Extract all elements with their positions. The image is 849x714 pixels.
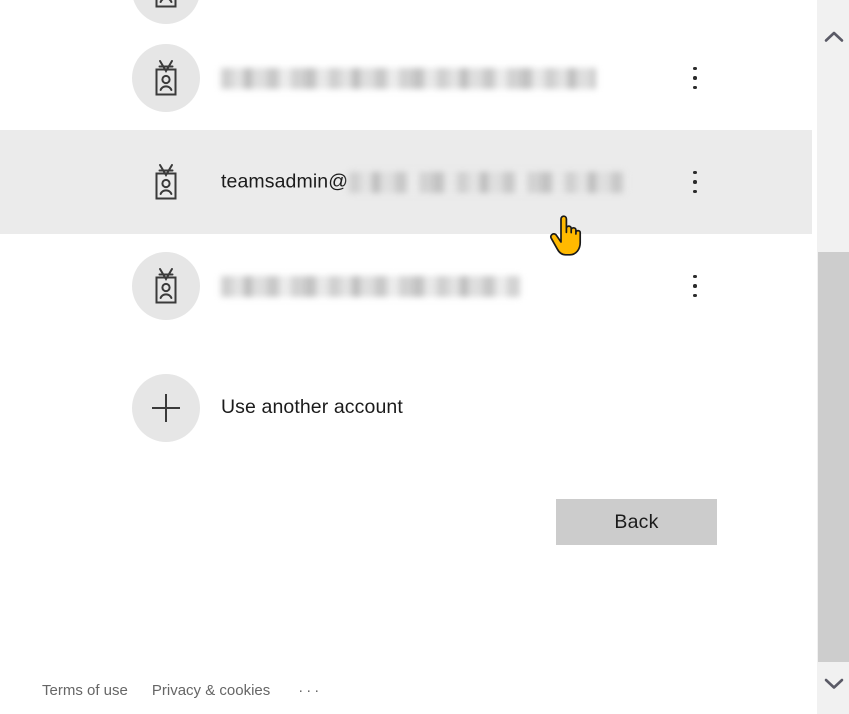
account-email-label: teamsadmin@ [221,170,627,193]
vertical-scrollbar[interactable] [816,0,849,714]
badge-account-icon [132,44,200,112]
overflow-menu-icon[interactable] [681,56,709,100]
plus-icon [132,374,200,442]
account-row-partial[interactable] [0,0,812,26]
chevron-up-icon[interactable] [817,16,849,56]
badge-account-icon [132,252,200,320]
account-row-2-teamsadmin[interactable]: teamsadmin@ [0,130,812,234]
account-picker-page: teamsadmin@ Use another account Back Ter… [0,0,849,714]
use-another-account-row[interactable]: Use another account [0,366,812,450]
back-button[interactable]: Back [556,499,717,545]
privacy-and-cookies-link[interactable]: Privacy & cookies [152,682,270,699]
account-row-1[interactable] [0,26,812,130]
account-email-text: teamsadmin@ [221,170,349,193]
terms-of-use-link[interactable]: Terms of use [42,682,128,699]
redacted-account-email [221,275,520,297]
redacted-account-domain [349,171,627,193]
chevron-down-icon[interactable] [817,663,849,703]
overflow-menu-icon[interactable] [681,160,709,204]
pick-an-account-list: teamsadmin@ [0,0,812,338]
account-row-3[interactable] [0,234,812,338]
badge-account-icon [132,148,200,216]
use-another-account-label: Use another account [221,396,403,419]
footer-more-options-icon[interactable]: ··· [298,682,322,699]
overflow-menu-icon[interactable] [681,264,709,308]
redacted-account-email [221,67,596,89]
footer: Terms of use Privacy & cookies ··· [42,682,322,699]
scrollbar-thumb[interactable] [818,252,849,662]
